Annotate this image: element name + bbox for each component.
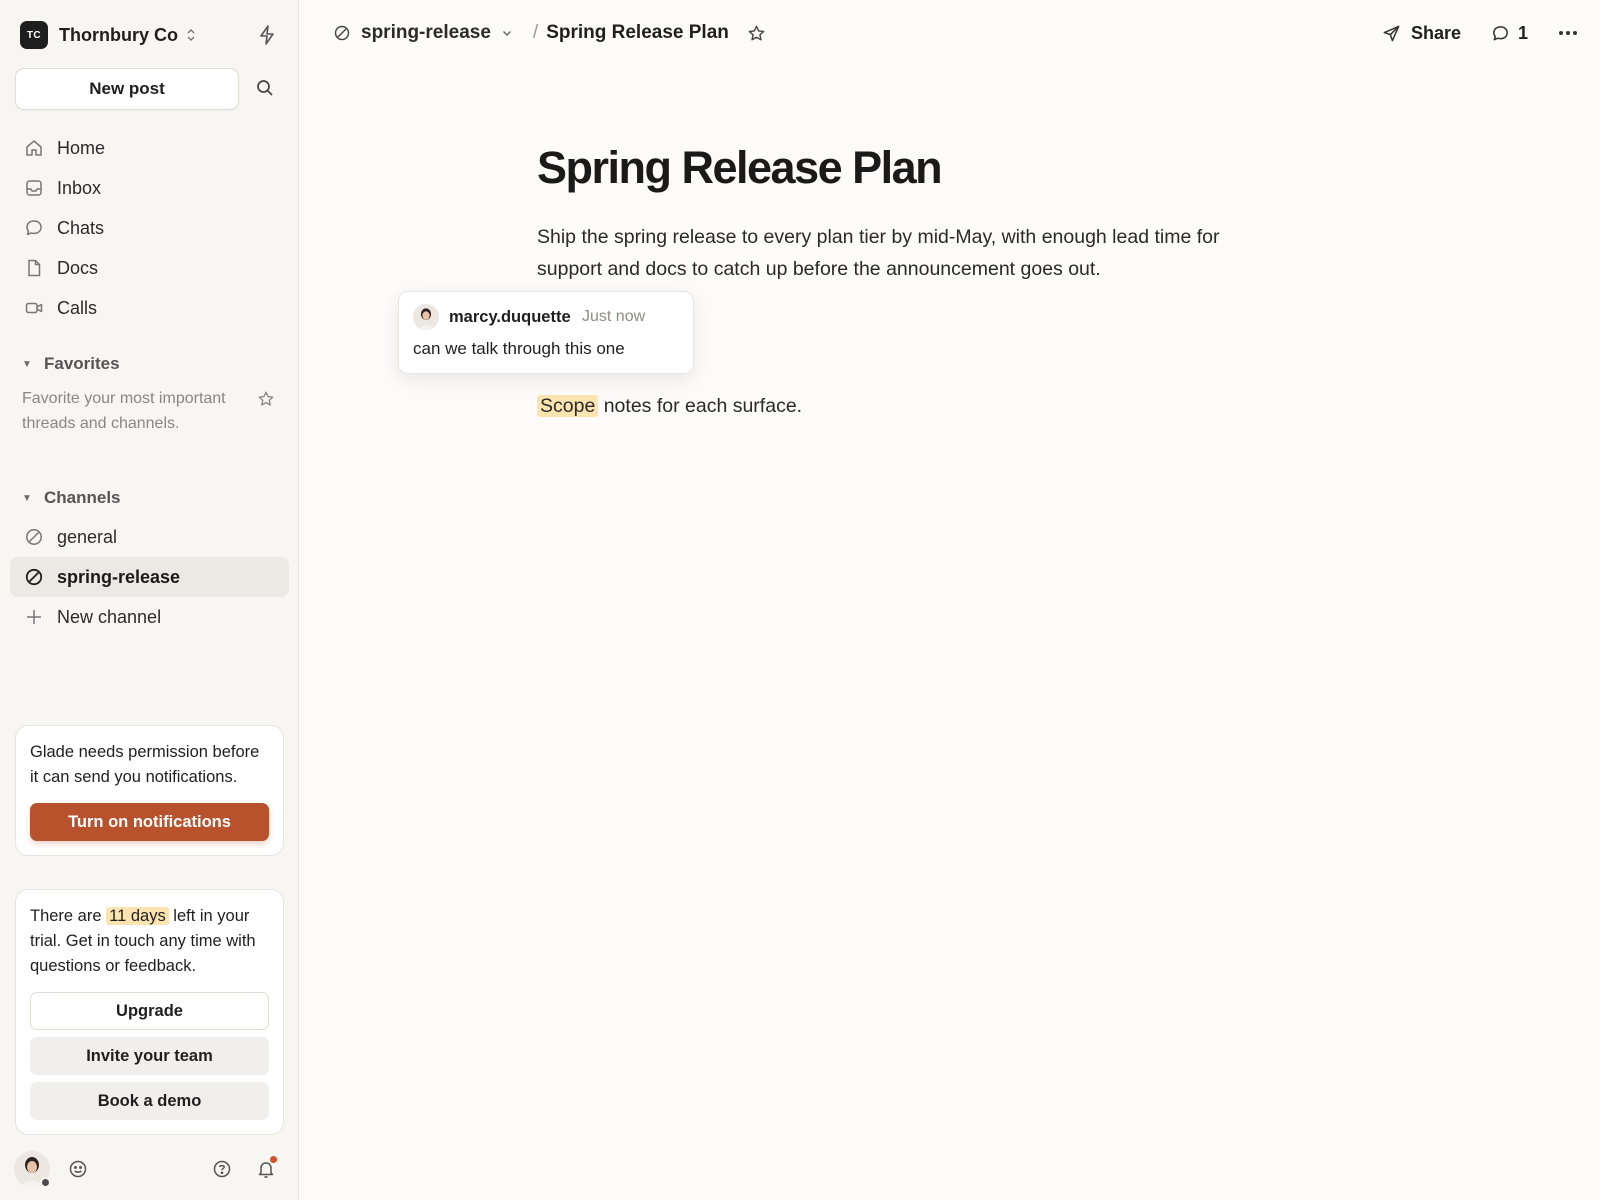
nav-item-calls[interactable]: Calls bbox=[10, 288, 289, 328]
invite-team-button[interactable]: Invite your team bbox=[30, 1037, 269, 1075]
video-icon bbox=[22, 298, 46, 318]
new-channel-label: New channel bbox=[57, 606, 162, 627]
workspace-avatar: TC bbox=[20, 21, 48, 49]
avatar bbox=[413, 304, 439, 330]
doc-paragraph[interactable]: Ship the spring release to every plan ti… bbox=[537, 221, 1267, 285]
star-icon[interactable] bbox=[747, 24, 766, 43]
comment-text: can we talk through this one bbox=[413, 339, 625, 358]
notification-permission-card: Glade needs permission before it can sen… bbox=[15, 725, 284, 856]
doc-icon bbox=[22, 258, 46, 278]
breadcrumb-page: Spring Release Plan bbox=[546, 22, 729, 43]
trial-card: There are 11 days left in your trial. Ge… bbox=[15, 889, 284, 1135]
notification-permission-text: Glade needs permission before it can sen… bbox=[30, 743, 260, 786]
comments-button[interactable]: 1 bbox=[1491, 23, 1528, 44]
sidebar: TC Thornbury Co New post Home Inbox Chat… bbox=[0, 0, 299, 1200]
home-icon bbox=[22, 138, 46, 158]
new-post-button[interactable]: New post bbox=[15, 68, 239, 110]
workspace-name: Thornbury Co bbox=[59, 24, 178, 45]
nav-item-inbox[interactable]: Inbox bbox=[10, 168, 289, 208]
upgrade-button[interactable]: Upgrade bbox=[30, 992, 269, 1030]
nav-label: Home bbox=[57, 137, 106, 158]
breadcrumb: spring-release / Spring Release Plan bbox=[333, 20, 766, 46]
nav-item-chats[interactable]: Chats bbox=[10, 208, 289, 248]
trial-text: There are 11 days left in your trial. Ge… bbox=[30, 904, 269, 979]
nav-label: Inbox bbox=[57, 177, 102, 198]
chat-icon bbox=[22, 218, 46, 238]
new-channel-button[interactable]: New channel bbox=[10, 597, 289, 637]
top-bar-actions: Share 1 bbox=[1382, 20, 1578, 46]
top-bar: spring-release / Spring Release Plan Sha… bbox=[300, 0, 1600, 66]
share-button[interactable]: Share bbox=[1382, 23, 1461, 44]
nav-label: Chats bbox=[57, 217, 105, 238]
more-icon[interactable] bbox=[1558, 30, 1578, 36]
emoji-icon[interactable] bbox=[68, 1159, 88, 1179]
scope-rest-text: notes for each surface. bbox=[598, 395, 803, 417]
send-icon bbox=[1382, 24, 1401, 43]
notification-dot bbox=[270, 1156, 277, 1163]
sidebar-footer bbox=[14, 1151, 286, 1189]
comment-author: marcy.duquette bbox=[449, 308, 571, 326]
doc-paragraph-scope[interactable]: Scope notes for each surface. bbox=[537, 390, 802, 422]
channel-item-general[interactable]: general bbox=[10, 517, 289, 557]
help-icon[interactable] bbox=[212, 1159, 232, 1179]
nav-item-docs[interactable]: Docs bbox=[10, 248, 289, 288]
nav-label: Docs bbox=[57, 257, 99, 278]
comment-count: 1 bbox=[1517, 22, 1528, 43]
caret-down-icon: ▼ bbox=[22, 358, 32, 370]
comment-timestamp: Just now bbox=[582, 308, 646, 325]
search-icon[interactable] bbox=[256, 79, 274, 97]
page-title: Spring Release Plan bbox=[537, 142, 943, 193]
commented-text-highlight[interactable]: Scope bbox=[537, 395, 599, 417]
channel-slash-icon bbox=[333, 24, 351, 42]
breadcrumb-separator: / bbox=[532, 22, 539, 43]
comment-popover[interactable]: marcy.duquette Just now can we talk thro… bbox=[398, 291, 694, 374]
share-label: Share bbox=[1410, 22, 1461, 43]
trial-text-before: There are bbox=[30, 907, 107, 925]
channel-label: general bbox=[57, 526, 118, 547]
channel-slash-icon bbox=[22, 567, 46, 587]
trial-days-highlight: 11 days bbox=[106, 907, 169, 925]
plus-icon bbox=[22, 608, 46, 626]
bolt-icon[interactable] bbox=[258, 25, 276, 45]
workspace-switcher[interactable]: TC Thornbury Co bbox=[20, 20, 282, 50]
star-icon[interactable] bbox=[257, 390, 275, 408]
presence-dot bbox=[40, 1177, 51, 1188]
inbox-icon bbox=[22, 178, 46, 198]
caret-down-icon: ▼ bbox=[22, 492, 32, 504]
channel-slash-icon bbox=[22, 527, 46, 547]
channels-heading: Channels bbox=[44, 488, 121, 507]
favorites-section-toggle[interactable]: ▼ Favorites bbox=[22, 352, 120, 376]
channels-section-toggle[interactable]: ▼ Channels bbox=[22, 486, 121, 510]
nav-item-home[interactable]: Home bbox=[10, 128, 289, 168]
channel-label: spring-release bbox=[57, 566, 181, 587]
chevron-down-icon[interactable] bbox=[501, 27, 513, 39]
nav-label: Calls bbox=[57, 297, 98, 318]
book-demo-button[interactable]: Book a demo bbox=[30, 1082, 269, 1120]
favorites-heading: Favorites bbox=[44, 354, 120, 373]
comment-icon bbox=[1491, 24, 1510, 43]
favorites-hint: Favorite your most important threads and… bbox=[22, 390, 226, 432]
chevron-updown-icon bbox=[186, 28, 196, 42]
turn-on-notifications-button[interactable]: Turn on notifications bbox=[30, 803, 269, 841]
breadcrumb-channel[interactable]: spring-release bbox=[361, 22, 491, 44]
channel-item-spring-release[interactable]: spring-release bbox=[10, 557, 289, 597]
